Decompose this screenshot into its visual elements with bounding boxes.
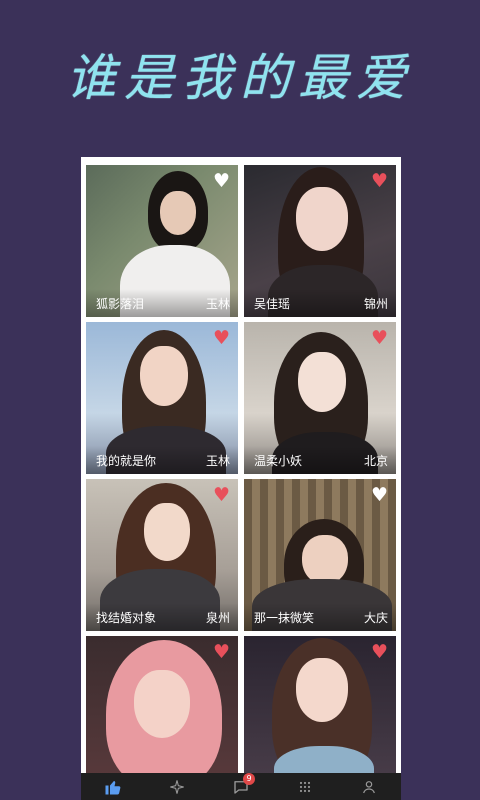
- profile-name: 那一抹微笑: [254, 610, 315, 625]
- tab-messages[interactable]: 9: [221, 773, 261, 800]
- favorite-heart-icon[interactable]: ♥: [371, 643, 388, 662]
- profile-card[interactable]: ♥ 狐影落泪 玉林: [86, 165, 238, 317]
- profile-city: 北京: [363, 453, 388, 468]
- profile-card[interactable]: ♥: [244, 636, 396, 788]
- profile-card[interactable]: ♥ 我的就是你 玉林: [86, 322, 238, 474]
- profile-card[interactable]: ♥ 温柔小妖 北京: [244, 322, 396, 474]
- headline-title: 谁是我的最爱: [66, 49, 414, 107]
- profile-city: 大庆: [363, 610, 388, 625]
- tab-circle[interactable]: [285, 773, 325, 800]
- profile-city: 玉林: [205, 296, 230, 311]
- profile-card[interactable]: ♥ 那一抹微笑 大庆: [244, 479, 396, 631]
- tab-discover[interactable]: [157, 773, 197, 800]
- app-screen: 谁是我的最爱 ♥ 狐影落泪 玉林 ♥ 吴佳瑶 锦州 ♥ 我的就是你 玉林 ♥ 温…: [0, 0, 480, 800]
- favorite-heart-icon[interactable]: ♥: [213, 643, 230, 662]
- profile-caption: 找结婚对象 泉州: [86, 603, 238, 631]
- favorite-heart-icon[interactable]: ♥: [371, 172, 388, 191]
- profile-caption: 狐影落泪 玉林: [86, 289, 238, 317]
- profile-city: 泉州: [205, 610, 230, 625]
- person-icon: [363, 780, 375, 793]
- profile-city: 玉林: [205, 453, 230, 468]
- dots-grid-icon: [299, 781, 311, 792]
- tab-profile[interactable]: [349, 773, 389, 800]
- profile-city: 锦州: [363, 296, 388, 311]
- sparkle-icon: [170, 779, 184, 794]
- unread-badge: 9: [243, 773, 255, 785]
- profile-grid: ♥ 狐影落泪 玉林 ♥ 吴佳瑶 锦州 ♥ 我的就是你 玉林 ♥ 温柔小妖 北京 …: [86, 165, 396, 788]
- profile-name: 狐影落泪: [96, 296, 145, 311]
- favorite-heart-icon[interactable]: ♥: [371, 486, 388, 505]
- profile-card[interactable]: ♥: [86, 636, 238, 788]
- profile-name: 温柔小妖: [254, 453, 303, 468]
- profile-name: 我的就是你: [96, 453, 157, 468]
- tab-like[interactable]: [93, 773, 133, 800]
- profile-card[interactable]: ♥ 吴佳瑶 锦州: [244, 165, 396, 317]
- profile-caption: 那一抹微笑 大庆: [244, 603, 396, 631]
- favorite-heart-icon[interactable]: ♥: [213, 172, 230, 191]
- favorite-heart-icon[interactable]: ♥: [213, 329, 230, 348]
- phone-frame: ♥ 狐影落泪 玉林 ♥ 吴佳瑶 锦州 ♥ 我的就是你 玉林 ♥ 温柔小妖 北京 …: [81, 157, 401, 800]
- bottom-tab-bar: 9: [81, 773, 401, 800]
- profile-caption: 我的就是你 玉林: [86, 446, 238, 474]
- profile-card[interactable]: ♥ 找结婚对象 泉州: [86, 479, 238, 631]
- profile-caption: 吴佳瑶 锦州: [244, 289, 396, 317]
- profile-name: 吴佳瑶: [254, 296, 291, 311]
- thumbs-up-icon: [105, 780, 121, 794]
- profile-caption: 温柔小妖 北京: [244, 446, 396, 474]
- favorite-heart-icon[interactable]: ♥: [213, 486, 230, 505]
- favorite-heart-icon[interactable]: ♥: [371, 329, 388, 348]
- profile-name: 找结婚对象: [96, 610, 157, 625]
